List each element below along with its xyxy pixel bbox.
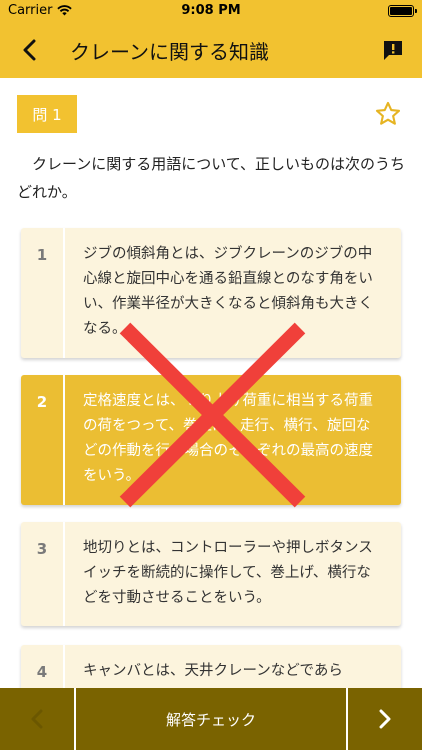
chevron-right-icon: [379, 709, 391, 729]
choice-1[interactable]: 1 ジブの傾斜角とは、ジブクレーンのジブの中心線と旋回中心を通る鉛直線とのなす角…: [21, 228, 401, 358]
question-number-badge: 問 1: [17, 95, 77, 133]
choice-text: ジブの傾斜角とは、ジブクレーンのジブの中心線と旋回中心を通る鉛直線とのなす角をい…: [83, 246, 373, 337]
check-answer-button[interactable]: 解答チェック: [76, 688, 346, 750]
choice-text: 定格速度とは、つり上げ荷重に相当する荷重の荷をつって、巻上げ、走行、横行、旋回な…: [83, 393, 373, 484]
clock: 9:08 PM: [181, 3, 241, 18]
report-icon: [384, 41, 402, 60]
choice-number: 2: [36, 393, 48, 411]
next-question-button[interactable]: [348, 688, 422, 750]
choice-divider: [63, 522, 65, 626]
page-title: クレーンに関する知識: [70, 40, 269, 64]
question-text: クレーンに関する用語について、正しいものは次のうちどれか。: [17, 155, 406, 201]
star-outline-icon: [375, 101, 401, 125]
choice-3[interactable]: 3 地切りとは、コントローラーや押しボタンスイッチを断続的に操作して、巻上げ、横…: [21, 522, 401, 626]
choice-number: 4: [36, 663, 48, 681]
battery-icon: [388, 5, 417, 17]
choice-divider: [63, 228, 65, 358]
back-button[interactable]: [14, 34, 46, 66]
choice-number: 3: [36, 540, 48, 558]
choice-2[interactable]: 2 定格速度とは、つり上げ荷重に相当する荷重の荷をつって、巻上げ、走行、横行、旋…: [21, 375, 401, 505]
chevron-left-icon: [31, 709, 43, 729]
nav-bar: クレーンに関する知識: [0, 22, 422, 78]
choice-text: 地切りとは、コントローラーや押しボタンスイッチを断続的に操作して、巻上げ、横行な…: [83, 540, 373, 606]
status-bar: Carrier 9:08 PM: [0, 0, 422, 22]
choice-divider: [63, 375, 65, 505]
previous-question-button[interactable]: [0, 688, 74, 750]
report-button[interactable]: [378, 35, 408, 65]
bottom-toolbar: 解答チェック: [0, 688, 422, 750]
bookmark-button[interactable]: [374, 100, 402, 128]
choice-text: キャンバとは、天井クレーンなどであら: [83, 663, 343, 679]
chevron-left-icon: [23, 39, 36, 61]
choice-number: 1: [36, 246, 48, 264]
